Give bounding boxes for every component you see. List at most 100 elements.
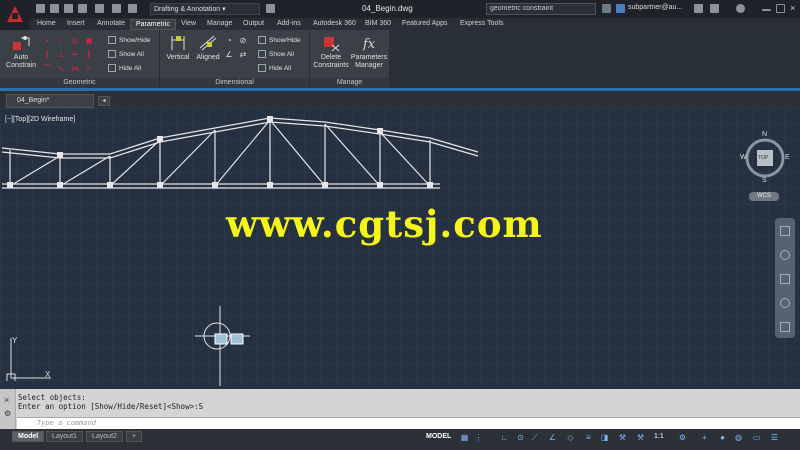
isolate-icon[interactable]: ● xyxy=(718,433,727,442)
compass-north[interactable]: N xyxy=(762,131,767,138)
angular-icon[interactable]: ∠ xyxy=(224,50,234,60)
tab-express-tools[interactable]: Express Tools xyxy=(455,19,508,30)
new-tab-button[interactable]: ◂ xyxy=(98,96,110,106)
compass-south[interactable]: S xyxy=(762,177,767,184)
geo-show-hide-button[interactable]: Show/Hide xyxy=(108,36,150,46)
workspace-switch-icon[interactable]: ⚙ xyxy=(678,433,687,442)
tab-parametric[interactable]: Parametric xyxy=(130,19,176,30)
snap-icon[interactable]: ⋮ xyxy=(474,433,483,442)
pan-icon[interactable] xyxy=(780,250,790,260)
isodraft-icon[interactable]: ⟋ xyxy=(530,433,539,442)
minimize-icon[interactable] xyxy=(762,9,771,11)
tangent-icon[interactable]: ⌒ xyxy=(42,64,52,74)
orbit-icon[interactable] xyxy=(780,298,790,308)
wcs-menu[interactable]: WCS xyxy=(749,192,779,201)
plot-icon[interactable] xyxy=(95,4,104,13)
geometric-panel-title[interactable]: Geometric xyxy=(0,78,159,88)
diameter-icon[interactable]: ⊘ xyxy=(238,36,248,46)
navigation-bar[interactable] xyxy=(775,218,795,338)
viewcube-top[interactable]: TOP xyxy=(758,155,768,161)
polar-icon[interactable]: ⊙ xyxy=(516,433,525,442)
compass-west[interactable]: W xyxy=(740,154,747,161)
redo-icon[interactable] xyxy=(128,4,137,13)
help-icon[interactable] xyxy=(736,4,745,13)
vertical-dim-button[interactable]: Vertical xyxy=(164,34,192,62)
delete-constraints-button[interactable]: Delete Constraints xyxy=(312,34,350,70)
fix-icon[interactable]: ▣ xyxy=(84,36,94,46)
coincident-icon[interactable]: ▪ xyxy=(42,36,52,46)
maximize-icon[interactable] xyxy=(776,4,785,13)
auto-constrain-button[interactable]: Auto Constrain xyxy=(4,34,38,70)
annotation-scale[interactable]: 1:1 xyxy=(654,433,664,440)
drawing-viewport[interactable]: [−][Top][2D Wireframe] www.cgtsj.com N S… xyxy=(0,108,800,389)
concentric-icon[interactable]: ◎ xyxy=(70,36,80,46)
model-space-button[interactable]: MODEL xyxy=(426,433,451,440)
convert-icon[interactable]: ⇄ xyxy=(238,50,248,60)
equal-icon[interactable]: = xyxy=(84,64,94,74)
tab-model[interactable]: Model xyxy=(12,431,45,442)
user-name[interactable]: subpartner@au... xyxy=(628,4,682,11)
collinear-icon[interactable]: ⟋ xyxy=(56,36,66,46)
geo-show-all-button[interactable]: Show All xyxy=(108,50,144,60)
tab-bim-360[interactable]: BIM 360 xyxy=(360,19,396,30)
tab-layout2[interactable]: Layout2 xyxy=(86,431,123,442)
file-tab[interactable]: 04_Begin* xyxy=(6,94,94,108)
workspace-dropdown[interactable]: Drafting & Annotation ▾ xyxy=(150,3,260,15)
auto-scale-icon[interactable]: ⚒ xyxy=(636,433,645,442)
ortho-icon[interactable]: ∟ xyxy=(500,433,509,442)
tab-insert[interactable]: Insert xyxy=(62,19,90,30)
compass-east[interactable]: E xyxy=(785,154,790,161)
tab-home[interactable]: Home xyxy=(32,19,61,30)
tab-autodesk-360[interactable]: Autodesk 360 xyxy=(308,19,361,30)
annotation-monitor-icon[interactable]: + xyxy=(700,433,709,442)
annotation-visibility-icon[interactable]: ⚒ xyxy=(618,433,627,442)
new-icon[interactable] xyxy=(36,4,45,13)
tab-manage[interactable]: Manage xyxy=(202,19,237,30)
save-as-icon[interactable] xyxy=(78,4,87,13)
object-snap-tracking-icon[interactable]: ∠ xyxy=(548,433,557,442)
share-icon[interactable] xyxy=(266,4,275,13)
parallel-icon[interactable]: ∥ xyxy=(42,50,52,60)
save-icon[interactable] xyxy=(64,4,73,13)
viewcube[interactable]: N S E W TOP xyxy=(740,131,790,193)
dim-show-all-button[interactable]: Show All xyxy=(258,50,294,60)
horizontal-icon[interactable]: ━ xyxy=(70,50,80,60)
exchange-icon[interactable] xyxy=(694,4,703,13)
search-input[interactable]: geometric constraint xyxy=(486,3,596,15)
close-command-icon[interactable]: × xyxy=(4,395,15,405)
command-input[interactable]: Type a command xyxy=(17,417,800,429)
symmetric-icon[interactable]: ⋈ xyxy=(70,64,80,74)
close-icon[interactable]: × xyxy=(790,4,799,13)
perpendicular-icon[interactable]: ⟂ xyxy=(56,50,66,60)
zoom-icon[interactable] xyxy=(780,274,790,284)
aligned-dim-button[interactable]: Aligned xyxy=(194,34,222,62)
add-layout-button[interactable]: + xyxy=(126,431,143,442)
tab-featured-apps[interactable]: Featured Apps xyxy=(397,19,453,30)
radius-icon[interactable]: ◔ xyxy=(224,36,234,46)
undo-icon[interactable] xyxy=(112,4,121,13)
tab-view[interactable]: View xyxy=(176,19,201,30)
dim-show-hide-button[interactable]: Show/Hide xyxy=(258,36,300,46)
grid-icon[interactable]: ▦ xyxy=(460,433,469,442)
vertical-icon[interactable]: ┃ xyxy=(84,50,94,60)
truss-drawing[interactable] xyxy=(0,108,480,198)
object-snap-icon[interactable]: ◇ xyxy=(566,433,575,442)
dim-hide-all-button[interactable]: Hide All xyxy=(258,64,291,74)
parameters-manager-button[interactable]: fx Parameters Manager xyxy=(350,34,388,70)
tab-add-ins[interactable]: Add-ins xyxy=(272,19,306,30)
open-icon[interactable] xyxy=(50,4,59,13)
hardware-acceleration-icon[interactable]: ◍ xyxy=(734,433,743,442)
showmotion-icon[interactable] xyxy=(780,322,790,332)
search-icon[interactable] xyxy=(602,4,611,13)
dimensional-panel-title[interactable]: Dimensional xyxy=(160,78,309,88)
lineweight-icon[interactable]: ≡ xyxy=(584,433,593,442)
customization-icon[interactable]: ☰ xyxy=(770,433,779,442)
geo-hide-all-button[interactable]: Hide All xyxy=(108,64,141,74)
clean-screen-icon[interactable]: ▭ xyxy=(752,433,761,442)
tab-layout1[interactable]: Layout1 xyxy=(46,431,83,442)
smooth-icon[interactable]: ∿ xyxy=(56,64,66,74)
customize-icon[interactable]: ⚙ xyxy=(4,409,15,418)
transparency-icon[interactable]: ◨ xyxy=(600,433,609,442)
steering-wheel-icon[interactable] xyxy=(780,226,790,236)
tab-annotate[interactable]: Annotate xyxy=(92,19,130,30)
